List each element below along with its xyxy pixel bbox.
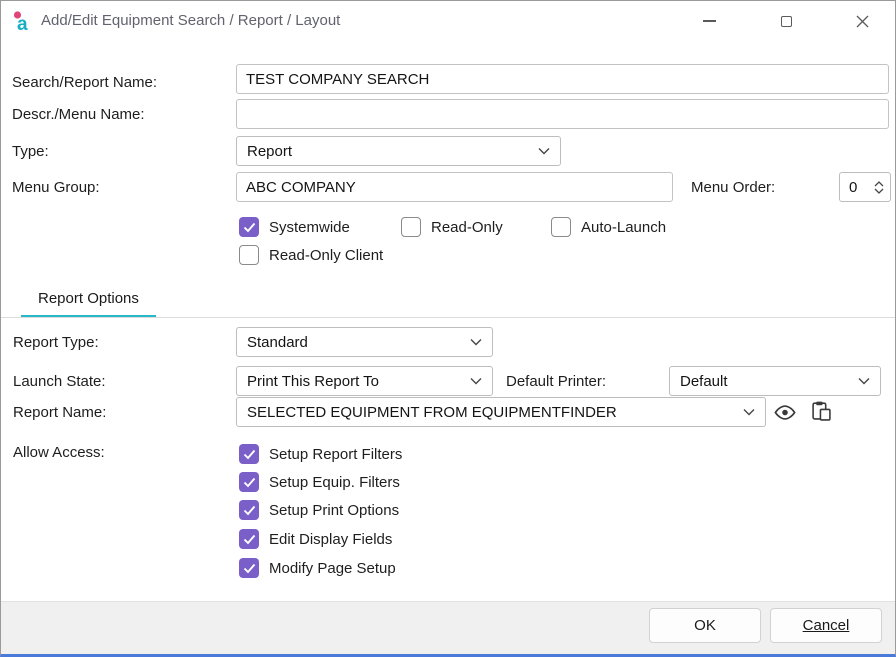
checkbox-setup-equip-filters[interactable]: Setup Equip. Filters	[239, 472, 400, 492]
report-type-label: Report Type:	[13, 333, 99, 353]
report-type-select[interactable]: Standard	[236, 327, 493, 357]
check-icon	[243, 222, 256, 233]
launch-state-value: Print This Report To	[247, 373, 379, 390]
launch-state-select[interactable]: Print This Report To	[236, 366, 493, 396]
checkbox-label: Setup Equip. Filters	[269, 474, 400, 491]
type-select[interactable]: Report	[236, 136, 561, 166]
ok-button[interactable]: OK	[649, 608, 761, 643]
checkbox-box	[239, 472, 259, 492]
checkbox-box	[239, 500, 259, 520]
cancel-button[interactable]: Cancel	[770, 608, 882, 643]
default-printer-label: Default Printer:	[506, 372, 606, 392]
ok-button-label: OK	[694, 617, 716, 634]
checkbox-box	[239, 558, 259, 578]
eye-icon	[774, 405, 796, 420]
checkbox-label: Systemwide	[269, 219, 350, 236]
report-name-label: Report Name:	[13, 403, 106, 423]
checkbox-read-only[interactable]: Read-Only	[401, 217, 503, 237]
checkbox-setup-print-options[interactable]: Setup Print Options	[239, 500, 399, 520]
launch-state-label: Launch State:	[13, 372, 106, 392]
cancel-button-label: Cancel	[803, 617, 850, 634]
checkbox-label: Setup Print Options	[269, 502, 399, 519]
report-name-select[interactable]: SELECTED EQUIPMENT FROM EQUIPMENTFINDER	[236, 397, 766, 427]
checkbox-modify-page-setup[interactable]: Modify Page Setup	[239, 558, 396, 578]
chevron-down-icon	[858, 377, 870, 385]
menu-group-input[interactable]	[236, 172, 673, 202]
maximize-icon	[781, 16, 792, 27]
default-printer-value: Default	[680, 373, 728, 390]
menu-order-value: 0	[849, 179, 857, 196]
checkbox-label: Read-Only	[431, 219, 503, 236]
copy-report-button[interactable]	[807, 396, 835, 424]
checkbox-box	[401, 217, 421, 237]
check-icon	[243, 563, 256, 574]
descr-menu-name-input[interactable]	[236, 99, 889, 129]
spinner-down-icon[interactable]	[874, 188, 884, 194]
checkbox-box	[551, 217, 571, 237]
menu-order-label: Menu Order:	[691, 178, 775, 198]
minimize-button[interactable]	[691, 1, 727, 41]
maximize-button[interactable]	[768, 1, 804, 41]
checkbox-systemwide[interactable]: Systemwide	[239, 217, 350, 237]
checkbox-auto-launch[interactable]: Auto-Launch	[551, 217, 666, 237]
checkbox-label: Setup Report Filters	[269, 446, 402, 463]
allow-access-label: Allow Access:	[13, 443, 105, 463]
search-report-name-label: Search/Report Name:	[12, 73, 157, 93]
check-icon	[243, 477, 256, 488]
checkbox-edit-display-fields[interactable]: Edit Display Fields	[239, 529, 392, 549]
svg-text:a: a	[17, 14, 28, 33]
chevron-down-icon	[470, 338, 482, 346]
paste-icon	[811, 400, 832, 421]
tab-strip-divider	[1, 317, 895, 318]
check-icon	[243, 534, 256, 545]
spinner-up-icon[interactable]	[874, 181, 884, 187]
checkbox-label: Modify Page Setup	[269, 560, 396, 577]
menu-order-spinner[interactable]: 0	[839, 172, 891, 202]
app-icon: a	[10, 9, 34, 33]
report-type-value: Standard	[247, 334, 308, 351]
checkbox-box	[239, 245, 259, 265]
chevron-down-icon	[470, 377, 482, 385]
preview-report-button[interactable]	[771, 398, 799, 426]
report-name-value: SELECTED EQUIPMENT FROM EQUIPMENTFINDER	[247, 404, 617, 421]
tab-report-options[interactable]: Report Options	[21, 281, 156, 318]
check-icon	[243, 449, 256, 460]
checkbox-label: Read-Only Client	[269, 247, 383, 264]
footer-bar: OK Cancel	[1, 601, 895, 654]
default-printer-select[interactable]: Default	[669, 366, 881, 396]
checkbox-read-only-client[interactable]: Read-Only Client	[239, 245, 383, 265]
menu-group-label: Menu Group:	[12, 178, 100, 198]
check-icon	[243, 505, 256, 516]
checkbox-label: Edit Display Fields	[269, 531, 392, 548]
window-title: Add/Edit Equipment Search / Report / Lay…	[41, 1, 340, 41]
checkbox-label: Auto-Launch	[581, 219, 666, 236]
close-button[interactable]	[844, 1, 880, 41]
spinner-arrows	[874, 181, 884, 194]
close-icon	[856, 15, 869, 28]
title-bar: a Add/Edit Equipment Search / Report / L…	[1, 1, 895, 41]
descr-menu-name-label: Descr./Menu Name:	[12, 105, 145, 125]
tab-label: Report Options	[38, 290, 139, 307]
type-select-value: Report	[247, 143, 292, 160]
add-edit-equipment-dialog: a Add/Edit Equipment Search / Report / L…	[0, 0, 896, 657]
checkbox-box	[239, 217, 259, 237]
chevron-down-icon	[538, 147, 550, 155]
type-label: Type:	[12, 142, 49, 162]
checkbox-setup-report-filters[interactable]: Setup Report Filters	[239, 444, 402, 464]
chevron-down-icon	[743, 408, 755, 416]
search-report-name-input[interactable]	[236, 64, 889, 94]
checkbox-box	[239, 529, 259, 549]
minimize-icon	[703, 20, 716, 22]
checkbox-box	[239, 444, 259, 464]
